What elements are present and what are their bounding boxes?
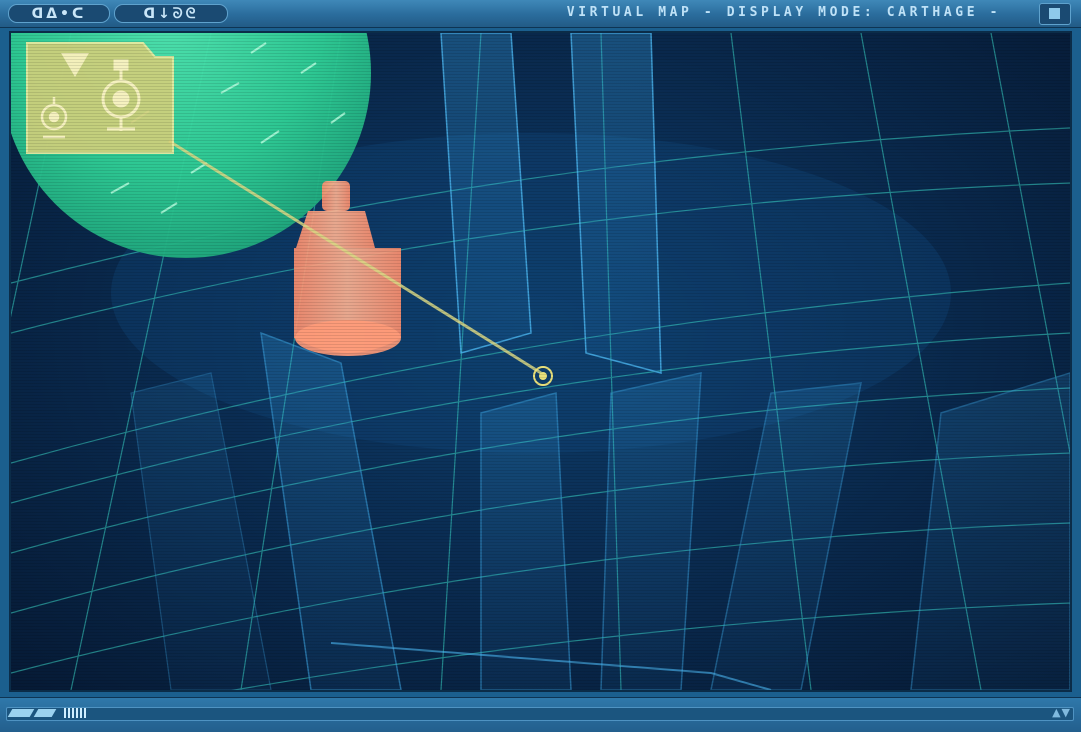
map-viewport[interactable]: [9, 31, 1072, 692]
status-bar: ▲▼: [0, 697, 1081, 732]
level-ticks: [64, 708, 88, 718]
lyoko-glyph-group-left[interactable]: ᗡᐃ•ᑕ: [8, 4, 110, 23]
timeline-track[interactable]: [6, 707, 1074, 721]
slider-handle-left[interactable]: [7, 709, 35, 717]
lyoko-glyph-group-right[interactable]: ᗡ↓ᘐᘓ: [114, 4, 228, 23]
scroll-arrows-icon[interactable]: ▲▼: [1052, 706, 1071, 719]
virtual-map-window: ᗡᐃ•ᑕ ᗡ↓ᘐᘓ VIRTUAL MAP - DISPLAY MODE: CA…: [0, 0, 1081, 732]
tower-info-panel[interactable]: [26, 42, 174, 154]
maximize-square-icon[interactable]: [1039, 3, 1071, 25]
title-bar: ᗡᐃ•ᑕ ᗡ↓ᘐᘓ VIRTUAL MAP - DISPLAY MODE: CA…: [0, 0, 1081, 28]
window-title: VIRTUAL MAP - DISPLAY MODE: CARTHAGE -: [566, 5, 1001, 20]
virtual-map-canvas: [11, 33, 1070, 690]
